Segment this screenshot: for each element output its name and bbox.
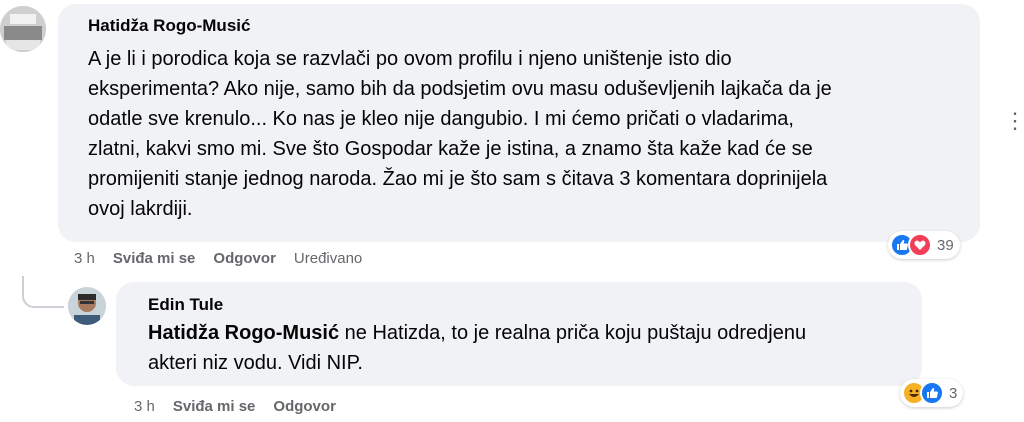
reply-line: akteri niz vodu. Vidi NIP. bbox=[148, 352, 363, 374]
like-icon bbox=[920, 381, 944, 405]
mention-link[interactable]: Hatidža Rogo-Musić bbox=[148, 322, 339, 344]
like-button[interactable]: Sviđa mi se bbox=[173, 398, 256, 415]
avatar-edin[interactable] bbox=[68, 287, 106, 325]
edited-label[interactable]: Uređivano bbox=[294, 250, 362, 267]
reply-actions: 3 h Sviđa mi se Odgovor bbox=[134, 398, 336, 415]
comment-actions: 3 h Sviđa mi se Odgovor Uređivano bbox=[74, 250, 362, 267]
reaction-count: 39 bbox=[937, 236, 954, 254]
reply-author[interactable]: Edin Tule bbox=[148, 295, 223, 315]
comment-line: odatle sve krenulo... Ko nas je kleo nij… bbox=[88, 108, 794, 130]
reply-button[interactable]: Odgovor bbox=[213, 250, 276, 267]
more-options-icon[interactable]: ⋮ bbox=[1004, 108, 1024, 134]
reaction-summary[interactable]: 39 bbox=[888, 231, 960, 259]
thread-connector bbox=[22, 276, 64, 308]
avatar-hatidza[interactable] bbox=[0, 6, 46, 52]
reply-text: Hatidža Rogo-Musić ne Hatizda, to je rea… bbox=[148, 318, 908, 378]
reply-text-part: ne Hatizda, to je realna priča koju pušt… bbox=[339, 322, 807, 344]
comment-author[interactable]: Hatidža Rogo-Musić bbox=[88, 16, 250, 36]
comment-line: ovoj lakrdiji. bbox=[88, 198, 193, 220]
reaction-count: 3 bbox=[949, 384, 958, 402]
comment-line: A je li i porodica koja se razvlači po o… bbox=[88, 48, 732, 70]
like-button[interactable]: Sviđa mi se bbox=[113, 250, 196, 267]
love-icon bbox=[908, 233, 932, 257]
comment-line: promijeniti stanje jednog naroda. Žao mi… bbox=[88, 168, 828, 190]
reply-line: Hatidža Rogo-Musić ne Hatizda, to je rea… bbox=[148, 318, 908, 348]
reply-reaction-summary[interactable]: 3 bbox=[900, 379, 964, 407]
timestamp[interactable]: 3 h bbox=[74, 250, 95, 267]
timestamp[interactable]: 3 h bbox=[134, 398, 155, 415]
comment-text: A je li i porodica koja se razvlači po o… bbox=[88, 44, 968, 224]
comment-line: eksperimenta? Ako nije, samo bih da pods… bbox=[88, 78, 832, 100]
reply-button[interactable]: Odgovor bbox=[273, 398, 336, 415]
comment-line: zlatni, kakvi smo mi. Sve što Gospodar k… bbox=[88, 138, 813, 160]
